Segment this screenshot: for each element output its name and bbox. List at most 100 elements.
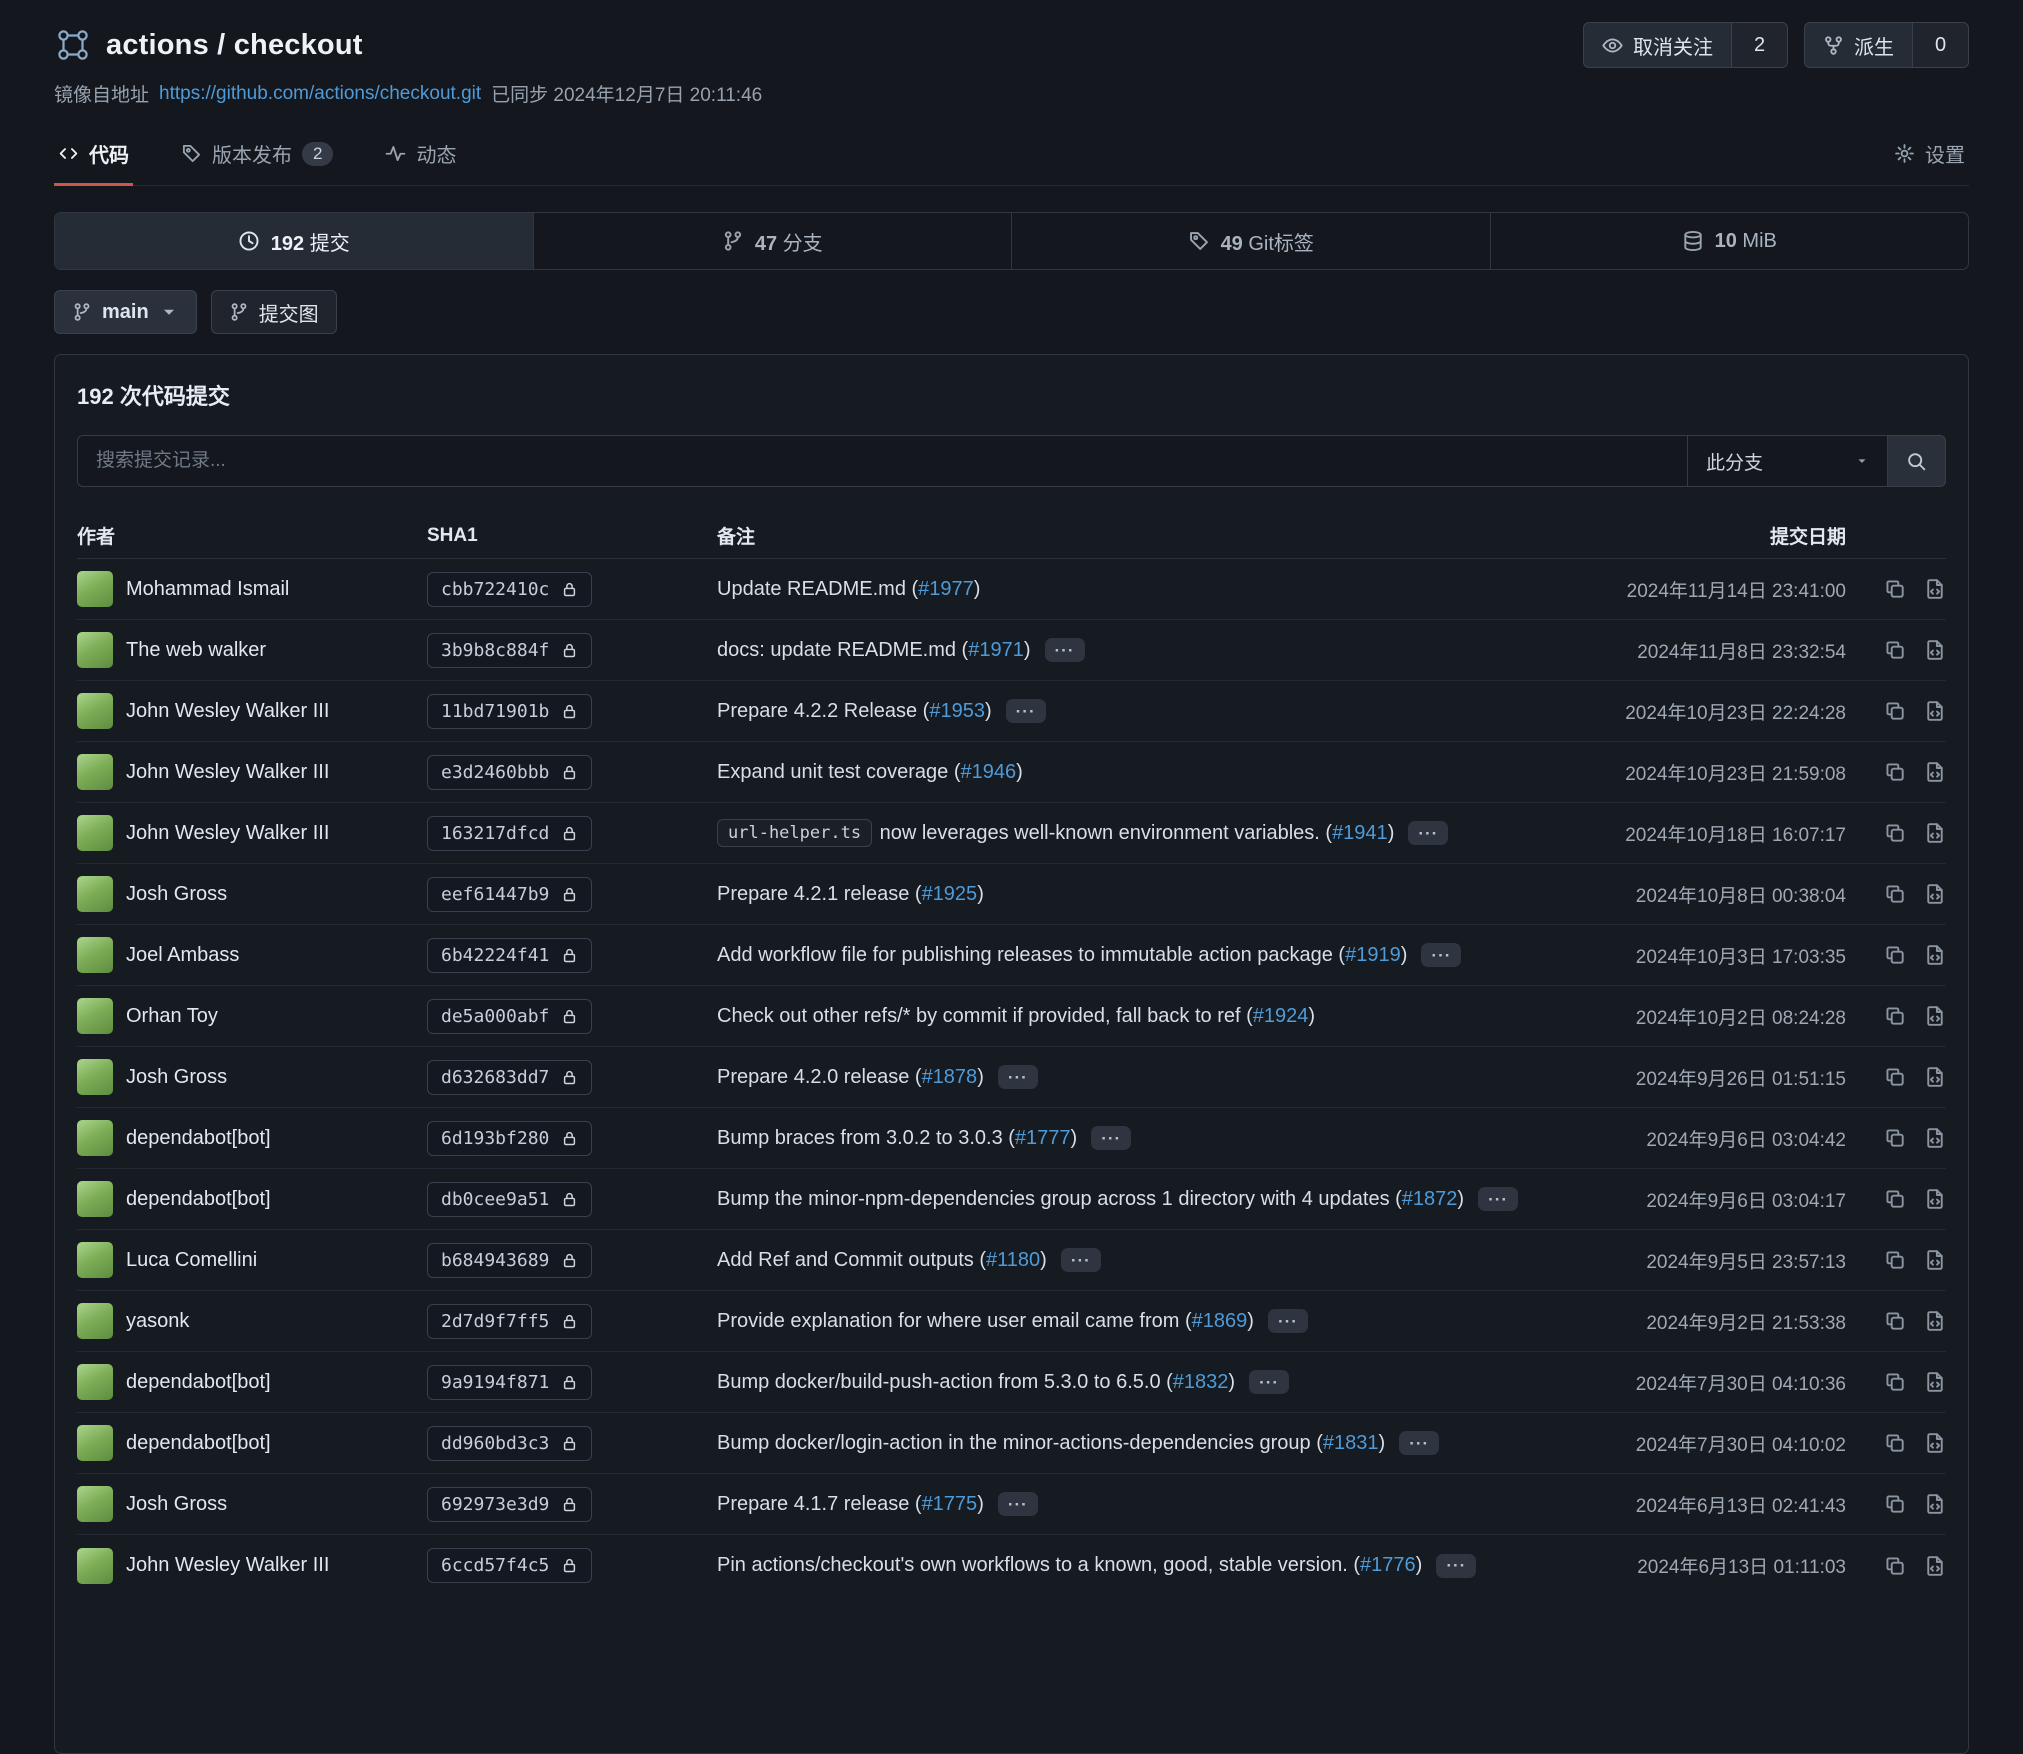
- commit-author[interactable]: John Wesley Walker III: [126, 822, 329, 845]
- pr-link[interactable]: #1831: [1323, 1432, 1379, 1455]
- commit-sha-badge[interactable]: 163217dfcd: [427, 816, 592, 851]
- commit-sha-badge[interactable]: cbb722410c: [427, 572, 592, 607]
- expand-commit-message-button[interactable]: ···: [1061, 1248, 1101, 1272]
- commit-author[interactable]: Josh Gross: [126, 1066, 227, 1089]
- avatar[interactable]: [77, 754, 113, 790]
- expand-commit-message-button[interactable]: ···: [998, 1492, 1038, 1516]
- commit-sha-badge[interactable]: dd960bd3c3: [427, 1426, 592, 1461]
- search-button[interactable]: [1888, 435, 1946, 487]
- avatar[interactable]: [77, 1486, 113, 1522]
- copy-sha-button[interactable]: [1884, 883, 1906, 905]
- commit-sha-badge[interactable]: 11bd71901b: [427, 694, 592, 729]
- browse-source-button[interactable]: [1924, 1127, 1946, 1149]
- stat-tags[interactable]: 49 Git标签: [1011, 213, 1490, 269]
- commit-sha-badge[interactable]: 6b42224f41: [427, 938, 592, 973]
- avatar[interactable]: [77, 1059, 113, 1095]
- copy-sha-button[interactable]: [1884, 1127, 1906, 1149]
- tab-code[interactable]: 代码: [54, 125, 133, 186]
- commit-author[interactable]: dependabot[bot]: [126, 1432, 271, 1455]
- pr-link[interactable]: #1971: [968, 639, 1024, 662]
- expand-commit-message-button[interactable]: ···: [998, 1065, 1038, 1089]
- commit-author[interactable]: yasonk: [126, 1310, 189, 1333]
- forks-count[interactable]: 0: [1912, 23, 1968, 67]
- copy-sha-button[interactable]: [1884, 761, 1906, 783]
- expand-commit-message-button[interactable]: ···: [1436, 1554, 1476, 1578]
- avatar[interactable]: [77, 1425, 113, 1461]
- commit-sha-badge[interactable]: db0cee9a51: [427, 1182, 592, 1217]
- avatar[interactable]: [77, 1120, 113, 1156]
- avatar[interactable]: [77, 998, 113, 1034]
- copy-sha-button[interactable]: [1884, 1555, 1906, 1577]
- tab-activity[interactable]: 动态: [381, 125, 460, 186]
- branch-filter-dropdown[interactable]: 此分支: [1688, 435, 1888, 487]
- branch-selector[interactable]: main: [54, 290, 197, 334]
- expand-commit-message-button[interactable]: ···: [1399, 1431, 1439, 1455]
- pr-link[interactable]: #1941: [1332, 822, 1388, 845]
- commit-author[interactable]: Luca Comellini: [126, 1249, 257, 1272]
- pr-link[interactable]: #1953: [929, 700, 985, 723]
- copy-sha-button[interactable]: [1884, 944, 1906, 966]
- pr-link[interactable]: #1925: [922, 883, 978, 906]
- commit-sha-badge[interactable]: 2d7d9f7ff5: [427, 1304, 592, 1339]
- browse-source-button[interactable]: [1924, 944, 1946, 966]
- avatar[interactable]: [77, 1548, 113, 1584]
- expand-commit-message-button[interactable]: ···: [1268, 1309, 1308, 1333]
- watchers-count[interactable]: 2: [1731, 23, 1787, 67]
- commit-author[interactable]: The web walker: [126, 639, 266, 662]
- commit-sha-badge[interactable]: de5a000abf: [427, 999, 592, 1034]
- commit-sha-badge[interactable]: 692973e3d9: [427, 1487, 592, 1522]
- commit-author[interactable]: dependabot[bot]: [126, 1371, 271, 1394]
- pr-link[interactable]: #1775: [922, 1493, 978, 1516]
- pr-link[interactable]: #1872: [1402, 1188, 1458, 1211]
- pr-link[interactable]: #1869: [1192, 1310, 1248, 1333]
- copy-sha-button[interactable]: [1884, 700, 1906, 722]
- stat-size[interactable]: 10 MiB: [1490, 213, 1969, 269]
- commit-author[interactable]: dependabot[bot]: [126, 1188, 271, 1211]
- avatar[interactable]: [77, 571, 113, 607]
- commit-sha-badge[interactable]: d632683dd7: [427, 1060, 592, 1095]
- commit-sha-badge[interactable]: 9a9194f871: [427, 1365, 592, 1400]
- expand-commit-message-button[interactable]: ···: [1045, 638, 1085, 662]
- avatar[interactable]: [77, 632, 113, 668]
- commit-sha-badge[interactable]: 6d193bf280: [427, 1121, 592, 1156]
- browse-source-button[interactable]: [1924, 761, 1946, 783]
- copy-sha-button[interactable]: [1884, 1493, 1906, 1515]
- commit-author[interactable]: dependabot[bot]: [126, 1127, 271, 1150]
- commit-sha-badge[interactable]: eef61447b9: [427, 877, 592, 912]
- browse-source-button[interactable]: [1924, 578, 1946, 600]
- expand-commit-message-button[interactable]: ···: [1091, 1126, 1131, 1150]
- avatar[interactable]: [77, 876, 113, 912]
- stat-branches[interactable]: 47 分支: [533, 213, 1012, 269]
- copy-sha-button[interactable]: [1884, 1188, 1906, 1210]
- commit-sha-badge[interactable]: 3b9b8c884f: [427, 633, 592, 668]
- expand-commit-message-button[interactable]: ···: [1421, 943, 1461, 967]
- browse-source-button[interactable]: [1924, 1310, 1946, 1332]
- browse-source-button[interactable]: [1924, 1005, 1946, 1027]
- stat-commits[interactable]: 192 提交: [55, 213, 533, 269]
- commit-author[interactable]: Josh Gross: [126, 1493, 227, 1516]
- copy-sha-button[interactable]: [1884, 639, 1906, 661]
- commit-sha-badge[interactable]: e3d2460bbb: [427, 755, 592, 790]
- pr-link[interactable]: #1832: [1173, 1371, 1229, 1394]
- pr-link[interactable]: #1924: [1253, 1005, 1309, 1028]
- browse-source-button[interactable]: [1924, 1432, 1946, 1454]
- unwatch-button[interactable]: 取消关注: [1584, 23, 1731, 67]
- commit-sha-badge[interactable]: b684943689: [427, 1243, 592, 1278]
- copy-sha-button[interactable]: [1884, 1432, 1906, 1454]
- commit-author[interactable]: John Wesley Walker III: [126, 1554, 329, 1577]
- pr-link[interactable]: #1919: [1345, 944, 1401, 967]
- copy-sha-button[interactable]: [1884, 1005, 1906, 1027]
- browse-source-button[interactable]: [1924, 1493, 1946, 1515]
- pr-link[interactable]: #1878: [922, 1066, 978, 1089]
- mirror-url-link[interactable]: https://github.com/actions/checkout.git: [159, 83, 481, 105]
- pr-link[interactable]: #1180: [986, 1249, 1040, 1272]
- expand-commit-message-button[interactable]: ···: [1478, 1187, 1518, 1211]
- browse-source-button[interactable]: [1924, 700, 1946, 722]
- avatar[interactable]: [77, 1181, 113, 1217]
- copy-sha-button[interactable]: [1884, 1310, 1906, 1332]
- avatar[interactable]: [77, 1242, 113, 1278]
- browse-source-button[interactable]: [1924, 639, 1946, 661]
- tab-settings[interactable]: 设置: [1890, 125, 1969, 186]
- fork-button[interactable]: 派生: [1805, 23, 1912, 67]
- pr-link[interactable]: #1776: [1360, 1554, 1416, 1577]
